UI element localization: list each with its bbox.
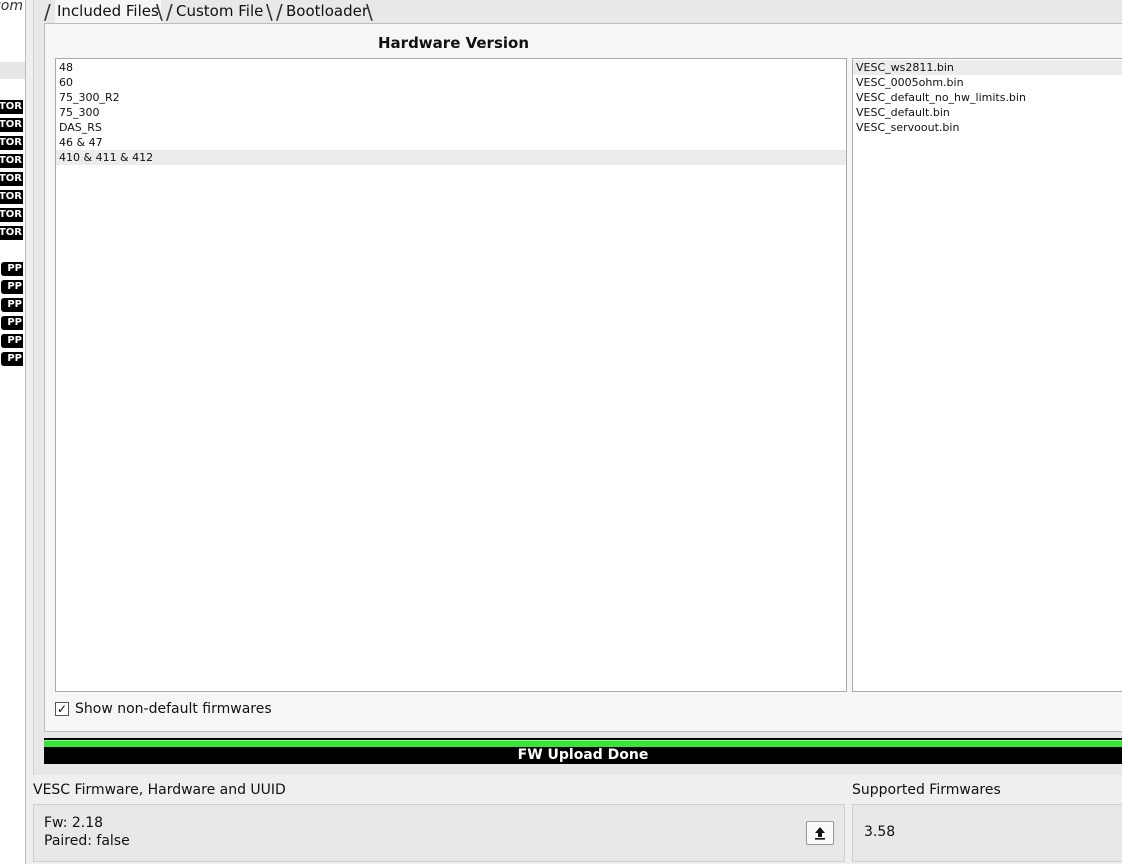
hardware-version-title: Hardware Version xyxy=(378,34,529,52)
supported-firmwares-label: Supported Firmwares xyxy=(852,782,1001,798)
supported-firmwares-box: 3.58 xyxy=(852,804,1122,862)
list-item-selected[interactable]: VESC_ws2811.bin xyxy=(853,60,1122,75)
sidebar-badge[interactable]: PP xyxy=(1,280,23,294)
tab-bootloader[interactable]: Bootloader xyxy=(286,0,368,23)
progress-fill xyxy=(44,740,1122,747)
sidebar-badge[interactable]: PP xyxy=(1,316,23,330)
tab-divider: / xyxy=(276,0,283,24)
tab-divider: \ xyxy=(156,0,163,24)
upload-icon xyxy=(815,827,825,840)
list-item[interactable]: 48 xyxy=(56,60,846,75)
upload-progress-bar: FW Upload Done xyxy=(44,738,1122,764)
fw-info-box: Fw: 2.18 Paired: false xyxy=(33,804,845,862)
list-item[interactable]: 75_300 xyxy=(56,105,846,120)
sidebar-top-text: com xyxy=(0,0,23,14)
tab-divider: / xyxy=(166,0,173,24)
sidebar-badge[interactable]: TOR xyxy=(0,172,23,186)
firmware-file-list[interactable]: VESC_ws2811.bin VESC_0005ohm.bin VESC_de… xyxy=(852,58,1122,692)
list-item-selected[interactable]: 410 & 411 & 412 xyxy=(56,150,846,165)
upload-button[interactable] xyxy=(806,821,834,845)
sidebar-badge[interactable]: PP xyxy=(1,262,23,276)
sidebar-badge[interactable]: TOR xyxy=(0,100,23,114)
sidebar-badge[interactable]: TOR xyxy=(0,118,23,132)
sidebar-badge[interactable]: TOR xyxy=(0,226,23,240)
sidebar-badge[interactable]: PP xyxy=(1,352,23,366)
hardware-version-list[interactable]: 48 60 75_300_R2 75_300 DAS_RS 46 & 47 41… xyxy=(55,58,847,692)
sidebar-badge[interactable]: TOR xyxy=(0,154,23,168)
sidebar-badge[interactable]: PP xyxy=(1,334,23,348)
tab-included-files[interactable]: Included Files xyxy=(55,0,161,23)
sidebar-selected-row xyxy=(0,62,25,79)
list-item[interactable]: VESC_servoout.bin xyxy=(853,120,1122,135)
progress-status-text: FW Upload Done xyxy=(517,747,649,763)
fw-info-section-label: VESC Firmware, Hardware and UUID xyxy=(33,782,286,798)
left-sidebar: com TOR TOR TOR TOR TOR TOR TOR TOR PP P… xyxy=(0,0,26,864)
tab-custom-file[interactable]: Custom File xyxy=(176,0,263,23)
list-item[interactable]: 75_300_R2 xyxy=(56,90,846,105)
sidebar-badge[interactable]: PP xyxy=(1,298,23,312)
list-item[interactable]: VESC_0005ohm.bin xyxy=(853,75,1122,90)
list-item[interactable]: 46 & 47 xyxy=(56,135,846,150)
list-item[interactable]: VESC_default.bin xyxy=(853,105,1122,120)
show-non-default-label[interactable]: Show non-default firmwares xyxy=(75,701,272,717)
list-item[interactable]: 60 xyxy=(56,75,846,90)
tab-divider: \ xyxy=(366,0,373,24)
sidebar-badge[interactable]: TOR xyxy=(0,208,23,222)
sidebar-badge[interactable]: TOR xyxy=(0,190,23,204)
fw-version-text: Fw: 2.18 xyxy=(44,815,104,831)
show-non-default-checkbox[interactable]: ✓ xyxy=(55,702,69,716)
tab-divider: / xyxy=(44,0,51,24)
show-non-default-checkbox-row[interactable]: ✓ Show non-default firmwares xyxy=(55,700,272,718)
tab-divider: \ xyxy=(266,0,273,24)
paired-status-text: Paired: false xyxy=(44,833,130,849)
list-item[interactable]: DAS_RS xyxy=(56,120,846,135)
sidebar-badge[interactable]: TOR xyxy=(0,136,23,150)
list-item[interactable]: VESC_default_no_hw_limits.bin xyxy=(853,90,1122,105)
supported-firmware-value: 3.58 xyxy=(864,824,896,840)
